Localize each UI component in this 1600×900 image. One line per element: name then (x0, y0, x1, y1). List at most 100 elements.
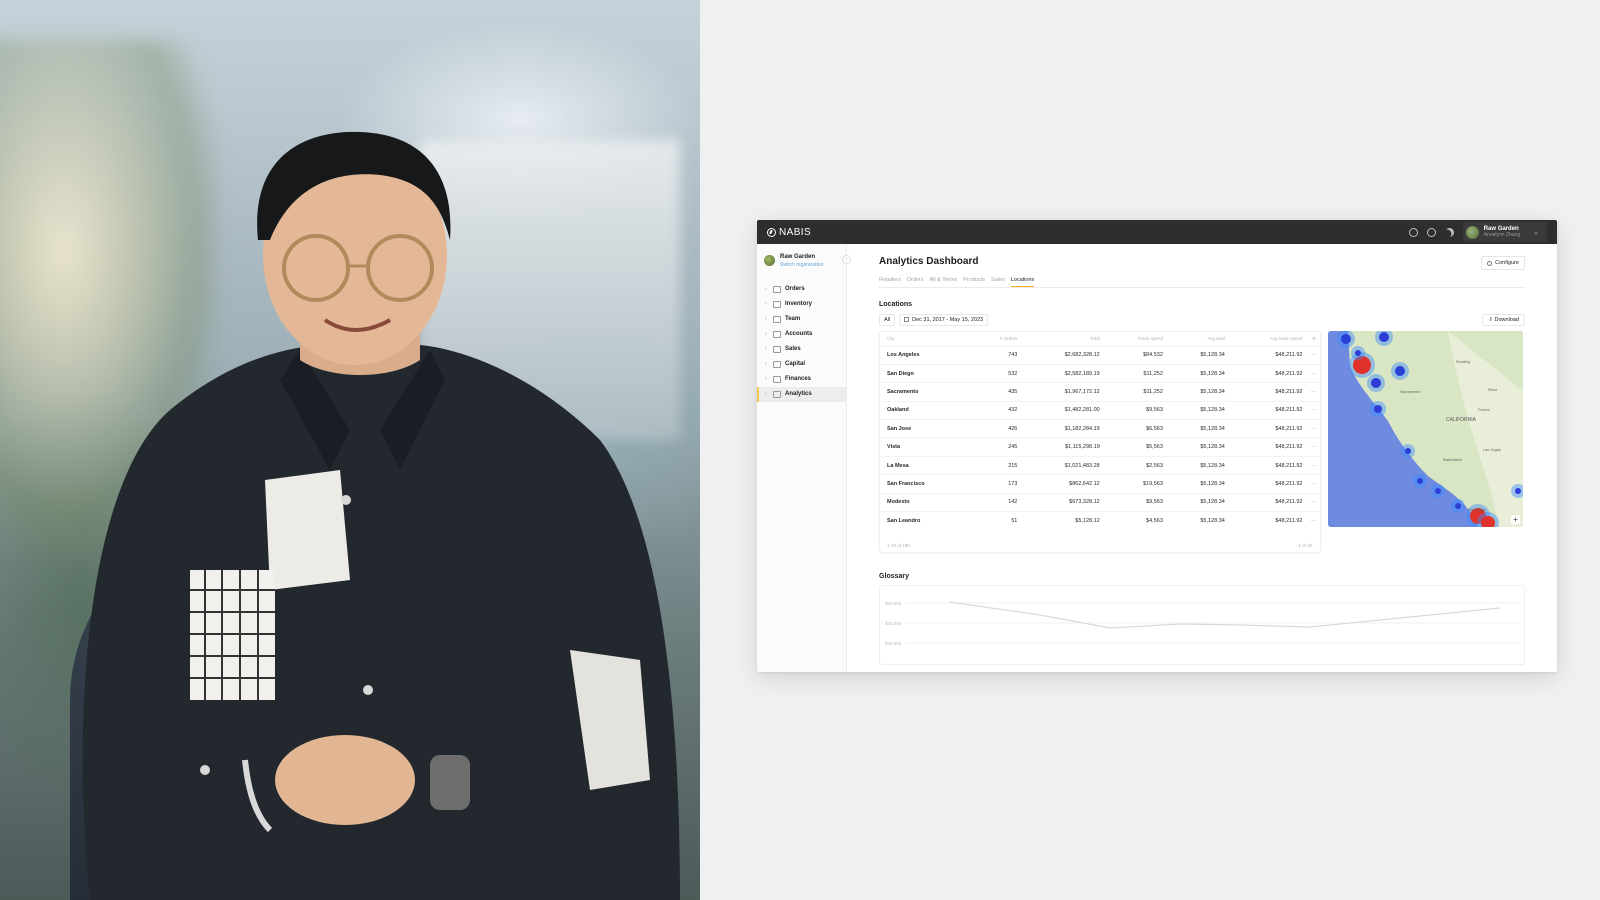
table-cell: $48,211.92 (1228, 345, 1307, 365)
map-city-label: San Diego (1468, 508, 1486, 512)
sidebar-item-analytics[interactable]: › Analytics (757, 386, 846, 402)
heat-spot (1417, 478, 1423, 484)
column-header[interactable]: Avg trade spend (1229, 332, 1307, 346)
sidebar-item-orders[interactable]: › Orders (757, 282, 846, 297)
help-icon[interactable] (1408, 227, 1418, 237)
glossary-chart-canvas: $50,000 $40,000 $30,000 (885, 601, 1520, 646)
table-row[interactable]: Vista 245 $1,115,298.19 $5,563 $5,128.34 $48,… (880, 437, 1320, 457)
table-cell: San Francisco (880, 474, 973, 494)
table-row[interactable]: San Diego 532 $2,582,189.19 $11,252 $5,128.3… (880, 363, 1320, 383)
table-cell: $5,128.34 (1166, 437, 1229, 457)
column-settings-icon[interactable]: ⚙ (1307, 332, 1321, 346)
tab-bar: Retailers Orders All & Terms Products Sales L… (879, 277, 1525, 288)
table-row[interactable]: Los Angeles 743 $2,682,328.12 $84,532 $5,128… (880, 345, 1320, 365)
table-row[interactable]: La Mesa 215 $1,021,483.28 $2,563 $5,128.34 $4… (880, 455, 1320, 475)
row-action[interactable]: — (1306, 474, 1320, 494)
tab-products[interactable]: Products (963, 277, 985, 287)
tab-locations[interactable]: Locations (1010, 277, 1035, 287)
map-city-label: Redding (1456, 360, 1470, 364)
tab-orders[interactable]: Orders (907, 277, 924, 287)
table-cell: $11,252 (1103, 363, 1167, 383)
column-header[interactable]: # Orders (973, 332, 1022, 346)
heat-spot (1374, 405, 1382, 413)
date-range-label: Dec 31, 2017 - May 15, 2023 (912, 317, 984, 323)
sidebar: Raw Garden Switch organization ‹ › Orders… (757, 244, 851, 672)
column-header[interactable]: Avg total (1167, 332, 1229, 346)
y-tick-label: $50,000 (885, 601, 902, 606)
tab-all-terms[interactable]: All & Terms (930, 277, 958, 287)
user-menu[interactable]: Raw Garden Annelynn Zhang ⌄ (1462, 222, 1547, 242)
row-action[interactable]: — (1306, 511, 1320, 530)
heat-map[interactable]: CALIFORNIA Redding Reno Sacramento Fresn… (1328, 331, 1523, 527)
table-cell: $673,328.12 (1021, 492, 1104, 512)
sidebar-item-label: Orders (785, 286, 805, 293)
heat-spot (1379, 332, 1389, 342)
chevron-right-icon: › (765, 376, 767, 383)
table-row[interactable]: San Jose 426 $1,182,284.19 $6,563 $5,128.34 $… (880, 419, 1320, 438)
table-row[interactable]: Sacramento 435 $1,967,172.12 $11,252 $5,128.… (880, 382, 1320, 402)
app-window: NABIS Raw Garden Annelynn Zhang ⌄ Raw Ga… (757, 220, 1557, 672)
download-button[interactable]: ⇩ Download (1482, 314, 1525, 326)
row-action[interactable]: — (1306, 437, 1320, 457)
row-action[interactable]: — (1306, 419, 1320, 438)
column-header[interactable]: City (880, 332, 973, 346)
sidebar-item-capital[interactable]: › Capital (757, 357, 846, 372)
main-content: Analytics Dashboard Configure Retailers O… (847, 244, 1557, 672)
locations-title: Locations (879, 301, 913, 308)
table-cell: $48,211.92 (1228, 419, 1307, 438)
row-action[interactable]: — (1306, 363, 1320, 383)
locations-table: City # Orders Total Trade spend Avg total Avg… (880, 332, 1320, 530)
heat-spot (1515, 488, 1521, 494)
presenter-figure (82, 131, 681, 900)
tab-sales[interactable]: Sales (991, 277, 1005, 287)
dark-mode-icon[interactable] (1443, 226, 1455, 238)
locations-table-card: City # Orders Total Trade spend Avg total Avg… (879, 331, 1321, 553)
row-action[interactable]: — (1306, 400, 1320, 420)
table-cell: San Leandro (880, 511, 973, 530)
chevron-down-icon: ⌄ (1533, 229, 1539, 236)
chevron-right-icon: › (765, 301, 767, 308)
table-cell: $1,482,281.00 (1021, 400, 1104, 420)
sidebar-item-sales[interactable]: › Sales (757, 342, 846, 357)
sidebar-item-inventory[interactable]: › Inventory (757, 297, 846, 312)
map-zoom-in-button[interactable]: + (1511, 515, 1520, 524)
column-header[interactable]: Total (1021, 332, 1103, 346)
switch-org-link[interactable]: Switch organization (780, 262, 823, 268)
brand-logo[interactable]: NABIS (767, 227, 811, 238)
table-cell: $5,128.34 (1166, 382, 1229, 402)
table-row[interactable]: San Francisco 173 $862,642.12 $19,563 $5,128… (880, 474, 1320, 494)
sidebar-item-label: Analytics (785, 391, 812, 398)
map-city-label: Bakersfield (1443, 458, 1462, 462)
add-icon[interactable] (1426, 227, 1436, 237)
row-action[interactable]: — (1306, 455, 1320, 475)
table-cell: Los Angeles (880, 345, 973, 365)
table-row[interactable]: Modesto 142 $673,328.12 $9,563 $5,128.34 $48,… (880, 492, 1320, 512)
row-action[interactable]: — (1306, 492, 1320, 512)
map-city-label: Fresno (1478, 408, 1490, 412)
tab-retailers[interactable]: Retailers (879, 277, 901, 287)
table-pagination: 1-10 of 180 1 of 18 (887, 543, 1312, 548)
sidebar-item-accounts[interactable]: › Accounts (757, 327, 846, 342)
configure-button[interactable]: Configure (1481, 256, 1525, 270)
table-cell: Oakland (880, 400, 973, 420)
tag-icon (773, 345, 781, 353)
row-action[interactable]: — (1306, 382, 1320, 402)
date-range-picker[interactable]: Dec 31, 2017 - May 15, 2023 (899, 314, 989, 326)
row-action[interactable]: — (1306, 345, 1320, 365)
table-cell: 532 (972, 363, 1022, 383)
table-cell: $2,582,189.19 (1021, 363, 1104, 383)
column-header[interactable]: Trade spend (1104, 332, 1167, 346)
users-icon (773, 315, 781, 323)
filter-all-button[interactable]: All (879, 314, 896, 326)
table-row[interactable]: San Leandro 51 $5,128.12 $4,563 $5,128.34 $48… (880, 511, 1320, 530)
table-row[interactable]: Oakland 432 $1,482,281.00 $9,563 $5,128.34 $4… (880, 400, 1320, 420)
box-icon (773, 300, 781, 308)
sidebar-item-team[interactable]: › Team (757, 312, 846, 327)
sidebar-item-label: Inventory (785, 301, 813, 308)
configure-label: Configure (1495, 260, 1519, 266)
sidebar-item-finances[interactable]: › Finances (757, 372, 846, 387)
table-cell: $5,128.34 (1166, 455, 1229, 475)
table-cell: $5,128.34 (1166, 345, 1229, 365)
nabis-logo-icon (767, 227, 776, 237)
org-switcher[interactable]: Raw Garden Switch organization ‹ (757, 254, 851, 282)
